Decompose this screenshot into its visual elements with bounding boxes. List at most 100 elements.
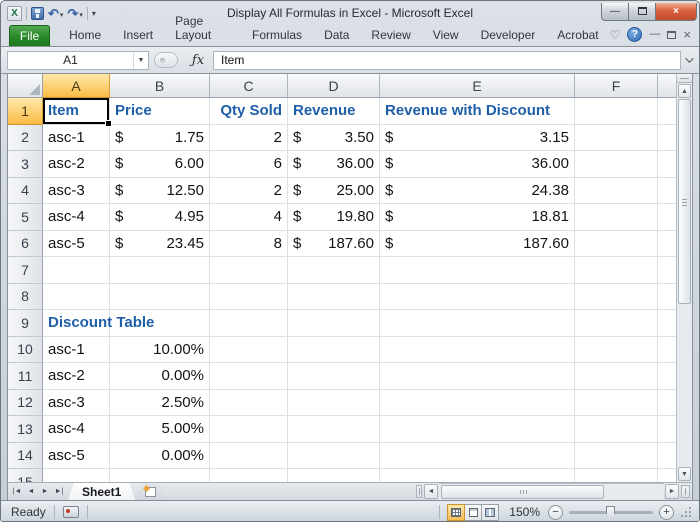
undo-button[interactable]: ↶ ▾ xyxy=(48,7,63,20)
cell-A2[interactable]: asc-1 xyxy=(43,125,110,152)
excel-app-icon[interactable]: X xyxy=(7,6,22,21)
cell-D10[interactable] xyxy=(288,337,380,364)
resize-grip-icon[interactable] xyxy=(680,506,693,519)
scroll-down-button[interactable]: ▼ xyxy=(678,467,691,481)
cell-F3[interactable] xyxy=(575,151,658,178)
row-header-8[interactable]: 8 xyxy=(8,284,43,311)
cell-partial-14[interactable] xyxy=(658,443,676,470)
cell-C9[interactable] xyxy=(210,310,288,337)
cell-partial-1[interactable] xyxy=(658,98,676,125)
cell-A7[interactable] xyxy=(43,257,110,284)
cell-F12[interactable] xyxy=(575,390,658,417)
cell-E10[interactable] xyxy=(380,337,575,364)
cell-A4[interactable]: asc-3 xyxy=(43,178,110,205)
horizontal-scrollbar[interactable] xyxy=(439,483,664,500)
insert-function-button[interactable]: ƒx xyxy=(183,53,213,68)
cell-D8[interactable] xyxy=(288,284,380,311)
cell-F13[interactable] xyxy=(575,416,658,443)
redo-dropdown-icon[interactable]: ▾ xyxy=(79,11,83,20)
column-header-f[interactable]: F xyxy=(575,74,658,98)
sheet-tab-sheet1[interactable]: Sheet1 xyxy=(68,483,135,500)
cell-F6[interactable] xyxy=(575,231,658,258)
workbook-minimize-button[interactable]: — xyxy=(649,29,660,40)
cell-F1[interactable] xyxy=(575,98,658,125)
cell-D12[interactable] xyxy=(288,390,380,417)
sheet-nav-prev-button[interactable]: ◄ xyxy=(25,488,37,495)
row-header-15[interactable]: 15 xyxy=(8,469,43,482)
cell-B11[interactable]: 0.00% xyxy=(110,363,210,390)
cell-E9[interactable] xyxy=(380,310,575,337)
cell-F11[interactable] xyxy=(575,363,658,390)
cell-D1[interactable]: Revenue xyxy=(288,98,380,125)
help-button[interactable]: ? xyxy=(627,27,642,42)
cell-C6[interactable]: 8 xyxy=(210,231,288,258)
cell-A6[interactable]: asc-5 xyxy=(43,231,110,258)
cell-partial-2[interactable] xyxy=(658,125,676,152)
cell-A5[interactable]: asc-4 xyxy=(43,204,110,231)
cell-F7[interactable] xyxy=(575,257,658,284)
cell-E13[interactable] xyxy=(380,416,575,443)
cell-D3[interactable]: $36.00 xyxy=(288,151,380,178)
sheet-nav-last-button[interactable]: ►| xyxy=(53,488,65,495)
view-page-layout-button[interactable] xyxy=(464,504,482,521)
file-tab[interactable]: File xyxy=(9,25,50,46)
maximize-button[interactable] xyxy=(628,3,656,21)
column-header-a[interactable]: A xyxy=(43,74,110,98)
cell-B8[interactable] xyxy=(110,284,210,311)
formula-input[interactable]: Item xyxy=(213,51,681,70)
row-header-14[interactable]: 14 xyxy=(8,443,43,470)
macro-record-button[interactable] xyxy=(63,506,79,518)
cell-F2[interactable] xyxy=(575,125,658,152)
row-header-6[interactable]: 6 xyxy=(8,231,43,258)
cell-D13[interactable] xyxy=(288,416,380,443)
cell-C5[interactable]: 4 xyxy=(210,204,288,231)
cell-C10[interactable] xyxy=(210,337,288,364)
cell-partial-4[interactable] xyxy=(658,178,676,205)
vertical-scroll-track[interactable] xyxy=(677,304,692,466)
cell-E5[interactable]: $18.81 xyxy=(380,204,575,231)
name-box-dropdown-icon[interactable]: ▼ xyxy=(133,52,148,69)
cell-D15[interactable] xyxy=(288,469,380,482)
name-box[interactable]: A1 ▼ xyxy=(7,51,149,70)
row-header-7[interactable]: 7 xyxy=(8,257,43,284)
cell-B3[interactable]: $6.00 xyxy=(110,151,210,178)
cell-partial-10[interactable] xyxy=(658,337,676,364)
tab-data[interactable]: Data xyxy=(313,24,360,46)
column-header-partial[interactable] xyxy=(658,74,676,98)
cell-E2[interactable]: $3.15 xyxy=(380,125,575,152)
sheet-nav-first-button[interactable]: |◄ xyxy=(11,488,23,495)
cell-E11[interactable] xyxy=(380,363,575,390)
qat-customize-button[interactable]: ▾ xyxy=(92,9,96,18)
formula-bar-handle[interactable] xyxy=(154,52,178,68)
cell-C12[interactable] xyxy=(210,390,288,417)
cell-E14[interactable] xyxy=(380,443,575,470)
cell-D11[interactable] xyxy=(288,363,380,390)
redo-button[interactable]: ↷ ▾ xyxy=(67,7,82,20)
cell-A15[interactable] xyxy=(43,469,110,482)
cell-partial-5[interactable] xyxy=(658,204,676,231)
tab-acrobat[interactable]: Acrobat xyxy=(546,24,609,46)
cell-partial-9[interactable] xyxy=(658,310,676,337)
zoom-slider-thumb[interactable] xyxy=(606,506,615,519)
zoom-out-button[interactable]: − xyxy=(548,505,563,520)
column-header-c[interactable]: C xyxy=(210,74,288,98)
cell-A12[interactable]: asc-3 xyxy=(43,390,110,417)
workbook-restore-button[interactable] xyxy=(667,31,676,39)
row-header-1[interactable]: 1 xyxy=(8,98,43,125)
cell-C4[interactable]: 2 xyxy=(210,178,288,205)
vertical-scroll-thumb[interactable] xyxy=(678,99,691,304)
cell-B2[interactable]: $1.75 xyxy=(110,125,210,152)
cell-B5[interactable]: $4.95 xyxy=(110,204,210,231)
cell-A3[interactable]: asc-2 xyxy=(43,151,110,178)
cell-partial-8[interactable] xyxy=(658,284,676,311)
formula-bar-expand-button[interactable] xyxy=(681,57,695,63)
select-all-corner[interactable] xyxy=(8,74,43,98)
cell-D4[interactable]: $25.00 xyxy=(288,178,380,205)
tab-scrollbar-split-handle[interactable] xyxy=(416,485,422,498)
cell-F5[interactable] xyxy=(575,204,658,231)
cell-partial-3[interactable] xyxy=(658,151,676,178)
horizontal-scroll-thumb[interactable] xyxy=(441,485,604,499)
tab-formulas[interactable]: Formulas xyxy=(241,24,313,46)
zoom-level-label[interactable]: 150% xyxy=(509,505,540,519)
row-header-9[interactable]: 9 xyxy=(8,310,43,337)
